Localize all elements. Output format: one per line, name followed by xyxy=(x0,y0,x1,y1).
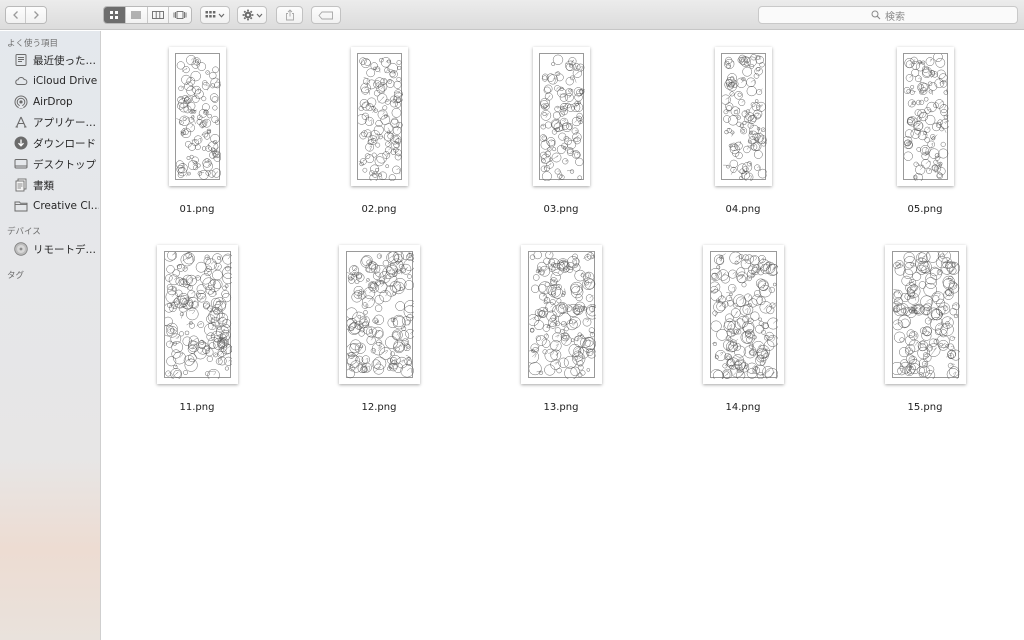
floral-lineart-icon xyxy=(529,252,596,379)
column-view-button[interactable] xyxy=(147,7,170,23)
sidebar-item-icloud-drive[interactable]: iCloud Drive xyxy=(14,72,99,90)
sidebar-item-label: リモートデ… xyxy=(33,243,96,256)
file-name: 04.png xyxy=(725,204,761,215)
sidebar-item-documents[interactable]: 書類 xyxy=(14,176,99,194)
search-icon xyxy=(871,10,881,20)
remote-disc-icon xyxy=(14,242,28,256)
file-thumbnail xyxy=(521,245,602,384)
tag-icon xyxy=(318,11,333,19)
chevron-down-icon xyxy=(256,13,262,18)
file-thumbnail xyxy=(897,47,954,186)
cloud-icon xyxy=(14,74,28,88)
favorites-header: よく使う項目 xyxy=(7,39,59,49)
file-name: 02.png xyxy=(361,204,397,215)
file-name: 15.png xyxy=(907,402,943,413)
sidebar-item-desktop[interactable]: デスクトップ xyxy=(14,155,99,173)
action-button[interactable] xyxy=(237,6,267,24)
list-view-icon xyxy=(131,11,142,19)
forward-icon xyxy=(34,11,39,19)
folder-icon xyxy=(14,199,28,213)
sidebar-item-label: AirDrop xyxy=(33,96,73,108)
sidebar: よく使う項目 最近使った… iCloud Drive AirDrop アプリケー… xyxy=(0,31,101,640)
recents-icon xyxy=(14,53,28,67)
sidebar-item-applications[interactable]: アプリケー… xyxy=(14,113,99,131)
floral-lineart-icon xyxy=(540,54,585,181)
documents-icon xyxy=(14,178,28,192)
sidebar-item-label: 書類 xyxy=(33,179,54,192)
share-button[interactable] xyxy=(276,6,303,24)
airdrop-icon xyxy=(14,95,28,109)
forward-button[interactable] xyxy=(26,7,46,23)
sidebar-item-airdrop[interactable]: AirDrop xyxy=(14,93,99,111)
floral-lineart-icon xyxy=(176,55,221,180)
file-name: 14.png xyxy=(725,402,761,413)
desktop-icon xyxy=(14,157,28,171)
share-icon xyxy=(285,9,294,21)
view-mode-segment xyxy=(103,6,192,24)
column-view-icon xyxy=(151,11,164,19)
sidebar-item-recents[interactable]: 最近使った… xyxy=(14,51,99,69)
search-field[interactable]: 検索 xyxy=(758,6,1018,24)
file-name: 12.png xyxy=(361,402,397,413)
sidebar-item-creative-cloud[interactable]: Creative Cl… xyxy=(14,197,99,215)
action-gear-icon xyxy=(242,9,253,21)
arrange-button[interactable] xyxy=(200,6,230,24)
file-thumbnail xyxy=(715,47,772,186)
chevron-down-icon xyxy=(218,13,225,18)
file-thumbnail xyxy=(351,47,408,186)
applications-icon xyxy=(14,115,28,129)
file-name: 01.png xyxy=(179,204,215,215)
file-thumbnail xyxy=(157,245,238,384)
floral-lineart-icon xyxy=(711,252,778,379)
tags-header: タグ xyxy=(7,271,25,281)
file-thumbnail xyxy=(533,47,590,186)
download-icon xyxy=(14,136,28,150)
coverflow-icon xyxy=(173,11,187,19)
floral-lineart-icon xyxy=(358,57,403,181)
file-name: 03.png xyxy=(543,204,579,215)
file-thumbnail xyxy=(703,245,784,384)
sidebar-item-label: デスクトップ xyxy=(33,158,96,171)
icon-view-icon xyxy=(110,11,119,19)
back-icon xyxy=(12,11,18,19)
sidebar-item-remote-disc[interactable]: リモートデ… xyxy=(14,240,99,258)
arrange-icon xyxy=(205,11,216,18)
toolbar: 検索 xyxy=(0,0,1024,30)
file-thumbnail xyxy=(169,47,226,186)
tag-button[interactable] xyxy=(311,6,341,24)
sidebar-item-downloads[interactable]: ダウンロード xyxy=(14,134,99,152)
icon-view-button[interactable] xyxy=(104,7,126,23)
file-grid: 01.png 02.png 03.png 04.png 05.png 11.pn… xyxy=(101,31,1024,640)
floral-lineart-icon xyxy=(904,54,949,181)
sidebar-item-label: Creative Cl… xyxy=(33,200,99,212)
floral-lineart-icon xyxy=(722,54,767,181)
floral-lineart-icon xyxy=(165,252,232,379)
back-button[interactable] xyxy=(6,7,27,23)
file-name: 05.png xyxy=(907,204,943,215)
file-thumbnail xyxy=(339,245,420,384)
navigation-buttons xyxy=(5,6,47,24)
floral-lineart-icon xyxy=(893,252,960,379)
file-name: 13.png xyxy=(543,402,579,413)
coverflow-view-button[interactable] xyxy=(169,7,191,23)
sidebar-item-label: iCloud Drive xyxy=(33,75,98,87)
floral-lineart-icon xyxy=(347,252,414,379)
list-view-button[interactable] xyxy=(125,7,148,23)
devices-header: デバイス xyxy=(7,227,41,237)
sidebar-item-label: ダウンロード xyxy=(33,137,96,150)
sidebar-item-label: 最近使った… xyxy=(33,54,96,67)
sidebar-item-label: アプリケー… xyxy=(33,116,96,129)
file-name: 11.png xyxy=(179,402,215,413)
file-thumbnail xyxy=(885,245,966,384)
search-placeholder: 検索 xyxy=(885,11,905,23)
